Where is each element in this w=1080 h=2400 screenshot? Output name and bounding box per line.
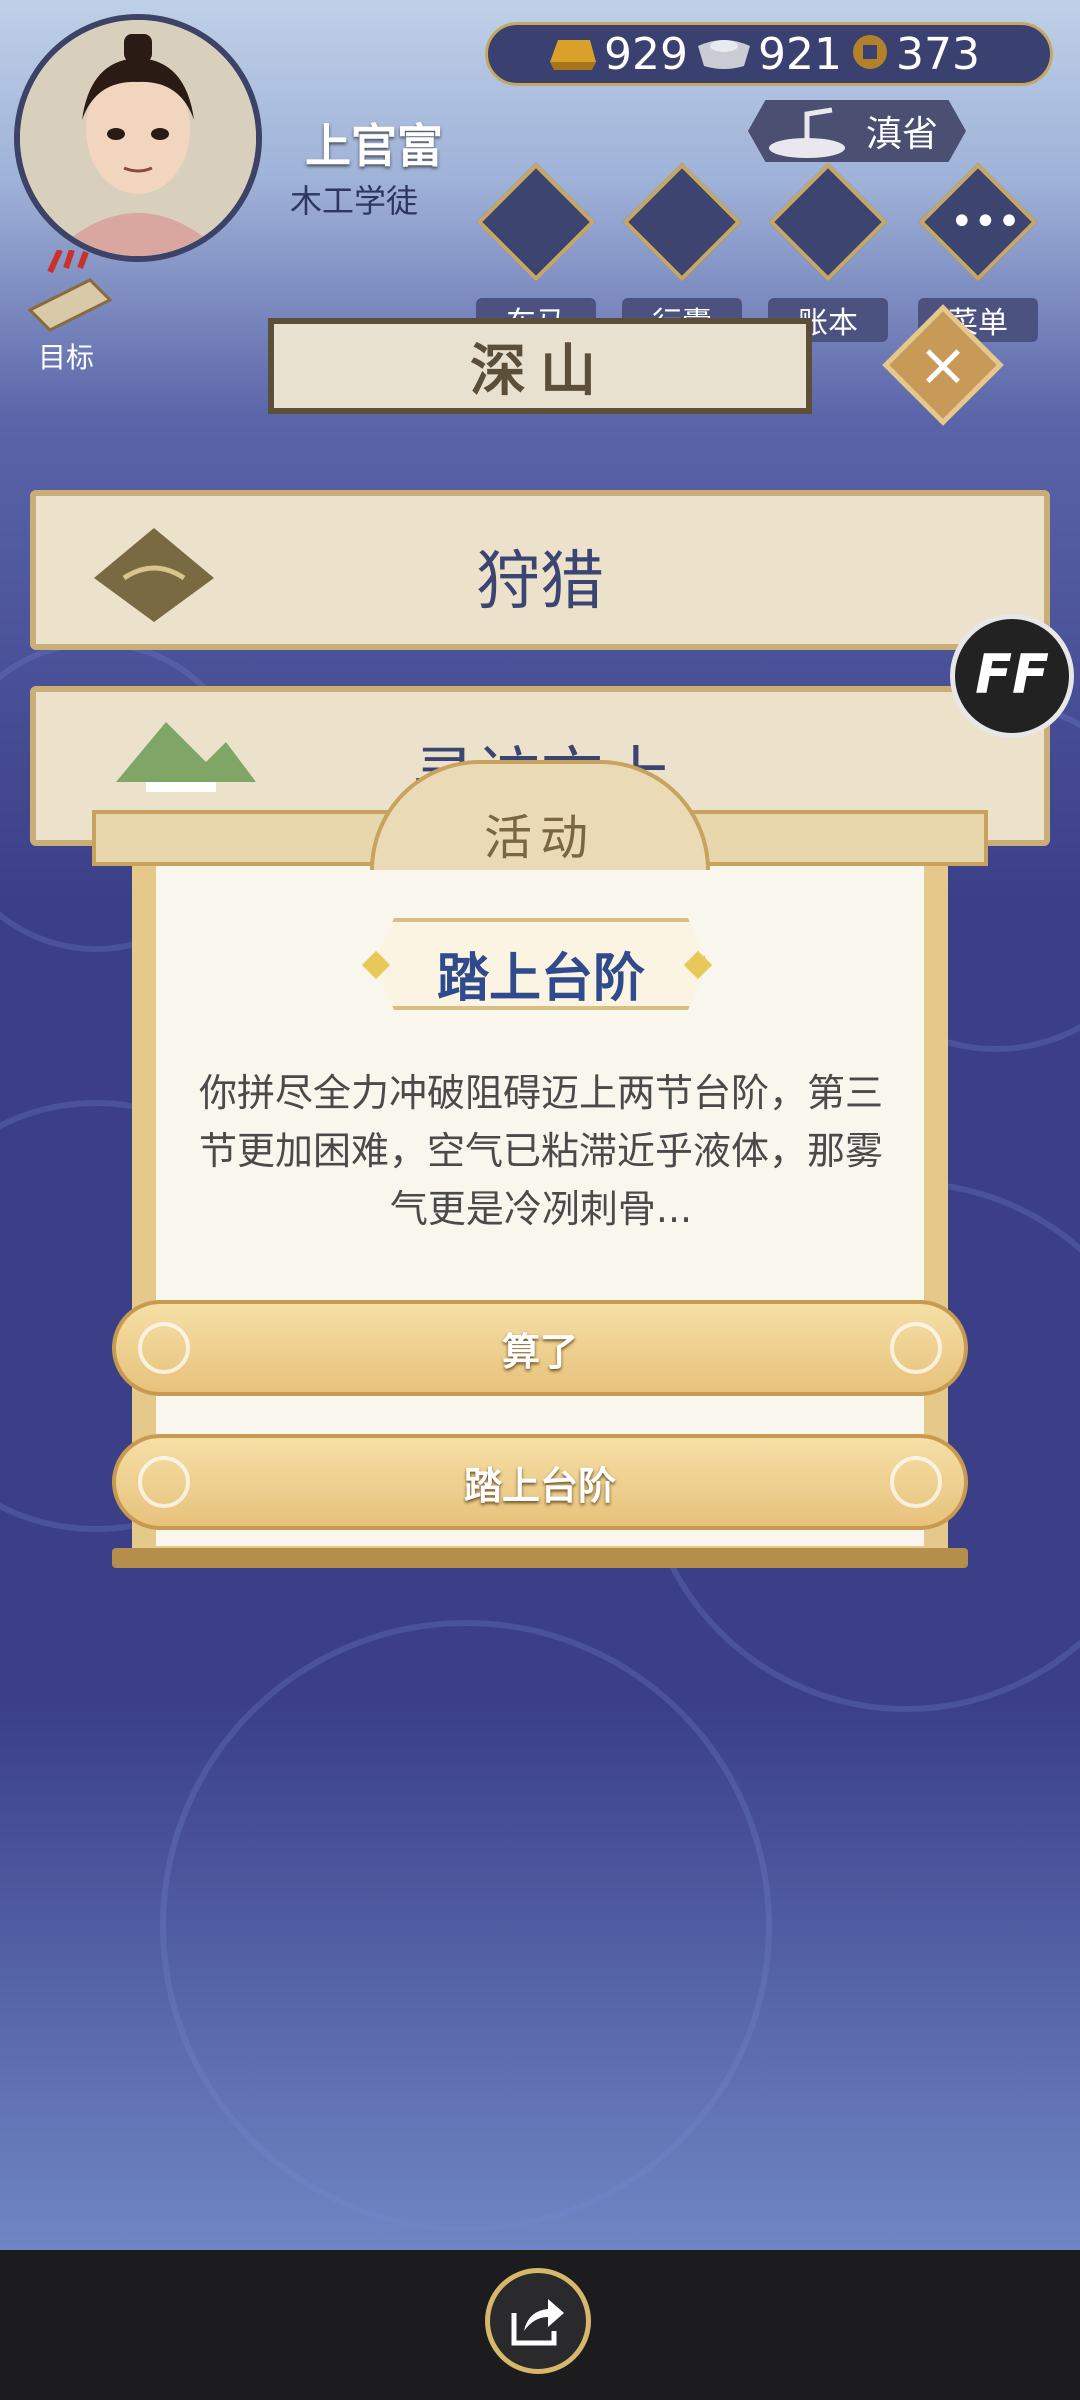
activity-hunting-label: 狩猎 <box>476 545 604 619</box>
currency-bar: 929 921 373 <box>485 22 1053 86</box>
goal-button[interactable]: 目标 <box>20 248 128 374</box>
option-step-up-label: 踏上台阶 <box>463 1463 616 1508</box>
scroll-icon <box>27 248 113 332</box>
menu-carriage-button[interactable]: 车马 <box>476 162 596 342</box>
goal-label: 目标 <box>38 341 95 374</box>
event-dialog-base <box>112 1548 968 1568</box>
menu-more-button[interactable]: ••• 菜单 <box>918 162 1038 342</box>
gold-ingot-icon <box>546 32 598 76</box>
cloud-ornament-icon <box>138 1456 190 1508</box>
option-give-up-label: 算了 <box>501 1329 578 1374</box>
more-dots: ••• <box>950 199 1021 245</box>
activity-hunting[interactable]: 狩猎 <box>30 490 1050 650</box>
event-title: 踏上台阶 <box>436 949 645 1009</box>
copper-value: 373 <box>895 28 980 80</box>
carriage-icon <box>476 162 596 282</box>
event-description: 你拼尽全力冲破阻碍迈上两节台阶，第三节更加困难，空气已粘滞近乎液体，那雾气更是冷… <box>198 1071 883 1231</box>
silver-value: 921 <box>757 28 842 80</box>
gold-currency: 929 <box>546 29 688 80</box>
ledger-icon <box>768 162 888 282</box>
location-banner: 深山 <box>268 318 812 414</box>
player-avatar[interactable] <box>14 14 262 262</box>
copper-currency: 373 <box>850 29 980 80</box>
province-icon <box>762 104 852 164</box>
silver-currency: 921 <box>696 29 842 80</box>
share-button[interactable] <box>485 2268 591 2374</box>
cloud-ornament-icon <box>890 1456 942 1508</box>
event-dialog-header-label: 活动 <box>483 810 596 866</box>
bag-icon <box>622 162 742 282</box>
player-name: 上官富 <box>305 119 443 173</box>
gold-value: 929 <box>604 28 688 80</box>
close-icon: × <box>917 330 969 400</box>
province-label: 滇省 <box>866 114 939 155</box>
cloud-ornament-icon <box>890 1322 942 1374</box>
player-rank: 木工学徒 <box>290 182 419 220</box>
fast-forward-button[interactable]: FF <box>950 614 1074 738</box>
menu-bag-button[interactable]: 行囊 <box>622 162 742 342</box>
option-give-up-button[interactable]: 算了 <box>112 1300 968 1396</box>
location-name: 深山 <box>470 338 610 404</box>
share-icon <box>511 2299 564 2346</box>
cloud-ornament-icon <box>138 1322 190 1374</box>
option-step-up-button[interactable]: 踏上台阶 <box>112 1434 968 1530</box>
copper-coin-icon <box>850 32 890 76</box>
menu-ledger-button[interactable]: 账本 <box>768 162 888 342</box>
silver-ingot-icon <box>696 32 752 76</box>
